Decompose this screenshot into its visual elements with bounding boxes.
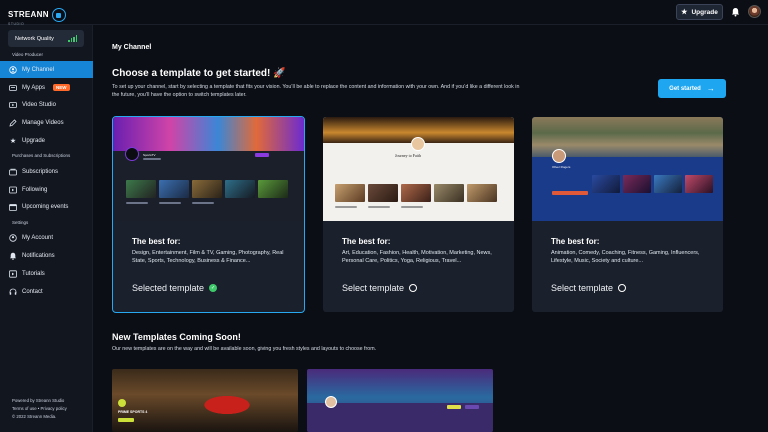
sidebar-item-upgrade[interactable]: ★ Upgrade [0,132,93,149]
brand-logo[interactable]: STREANN STUDIO [8,4,66,26]
upgrade-button[interactable]: ★ Upgrade [676,4,723,20]
thumb-channel-name: Journey to Faith [395,153,421,158]
sidebar: Network Quality Video Producer My Channe… [0,25,93,432]
page-title: Choose a template to get started! 🚀 [112,68,286,79]
template-categories: Animation, Comedy, Coaching, Fitness, Ga… [551,250,700,264]
upcoming-thumb-title: PRIME SPORTS 4 [118,410,148,414]
network-quality-indicator[interactable]: Network Quality [8,30,84,47]
select-template-button[interactable]: Select template [342,283,418,293]
check-circle-icon: ✓ [209,284,218,292]
footer-powered-by: Powered by Streann Studio [12,398,65,403]
star-icon: ★ [9,137,17,145]
main-content: My Channel Choose a template to get star… [93,25,768,432]
template-categories: Art, Education, Fashion, Health, Motivat… [342,250,492,264]
network-quality-label: Network Quality [15,35,54,42]
user-avatar[interactable] [748,5,761,18]
edit-icon [9,118,17,127]
sidebar-item-label: Notifications [22,252,55,259]
sidebar-item-contact[interactable]: Contact [0,283,93,300]
sidebar-item-label: Upgrade [22,137,46,144]
account-icon [9,233,17,242]
get-started-label: Get started [669,85,701,92]
sidebar-item-label: Contact [22,288,43,295]
bell-icon [9,252,17,260]
coming-soon-title: New Templates Coming Soon! [112,332,241,342]
star-icon: ★ [681,9,688,16]
section-video-producer: Video Producer [12,52,43,57]
page-breadcrumb: My Channel [112,44,152,51]
sidebar-item-label: Upcoming events [22,203,69,210]
sidebar-item-label: My Apps [22,84,46,91]
sidebar-item-my-account[interactable]: My Account [0,229,93,246]
headset-icon [9,288,17,296]
best-for-heading: The best for: [551,237,600,246]
logo-icon [51,8,66,22]
calendar-icon [9,203,17,211]
person-circle-icon [9,65,17,74]
page-description: To set up your channel, start by selecti… [112,84,520,98]
brand-name: STREANN [8,10,49,19]
sidebar-item-tutorials[interactable]: Tutorials [0,265,93,282]
template-preview-image: SportsTV [113,117,304,221]
radio-empty-icon [409,284,418,292]
tutorial-icon [9,269,17,278]
apps-icon [9,84,17,92]
subscriptions-icon [9,168,17,176]
select-template-button[interactable]: Select template [551,283,627,293]
select-template-label: Selected template [132,283,205,293]
sidebar-item-video-studio[interactable]: Video Studio [0,96,93,113]
thumb-channel-name: SportsTV [143,153,156,157]
coming-soon-description: Our new templates are on the way and wil… [112,346,377,352]
sidebar-item-my-apps[interactable]: My Apps NEW [0,79,93,96]
upgrade-label: Upgrade [691,8,718,16]
select-template-label: Select template [342,283,405,293]
template-categories: Design, Entertainment, Film & TV, Gaming… [132,250,284,264]
sidebar-item-my-channel[interactable]: My Channel [0,61,93,78]
template-card-1[interactable]: SportsTV The best for: Design, Entertain… [112,116,305,313]
top-bar: STREANN STUDIO ★ Upgrade [0,0,768,26]
footer-copyright: © 2022 Streann Media. [12,414,57,419]
best-for-heading: The best for: [132,237,181,246]
notification-bell-icon[interactable] [731,7,740,17]
template-preview-image: Journey to Faith [323,117,514,221]
template-preview-image: Oliver Rogers [532,117,723,221]
upcoming-template-preview-1: PRIME SPORTS 4 [112,369,298,432]
sidebar-item-label: Manage Videos [22,119,64,126]
sidebar-item-label: Tutorials [22,270,45,277]
sidebar-item-subscriptions[interactable]: Subscriptions [0,163,93,180]
sidebar-item-manage-videos[interactable]: Manage Videos [0,114,93,131]
signal-bars-icon [68,35,77,42]
template-card-2[interactable]: Journey to Faith The best for: Art, Educ… [323,117,514,312]
best-for-heading: The best for: [342,237,391,246]
section-settings: Settings [12,220,29,225]
sidebar-item-label: Subscriptions [22,168,59,175]
radio-empty-icon [618,284,627,292]
sidebar-item-label: My Channel [22,66,55,73]
sidebar-item-upcoming-events[interactable]: Upcoming events [0,198,93,215]
sidebar-item-label: Video Studio [22,101,56,108]
sidebar-item-label: Following [22,186,48,193]
select-template-label: Select template [551,283,614,293]
select-template-button[interactable]: Selected template ✓ [132,283,218,293]
sidebar-item-notifications[interactable]: Notifications [0,247,93,264]
get-started-button[interactable]: Get started → [658,79,726,98]
arrow-right-icon: → [706,84,715,93]
thumb-channel-name: Oliver Rogers [552,165,571,169]
sidebar-item-label: My Account [22,234,54,241]
new-badge: NEW [53,84,70,91]
upcoming-template-preview-2 [307,369,493,432]
section-purchases: Purchases and Subscriptions [12,153,71,158]
template-card-3[interactable]: Oliver Rogers The best for: Animation, C… [532,117,723,312]
following-icon [9,186,17,194]
video-icon [9,101,17,109]
sidebar-item-following[interactable]: Following [0,181,93,198]
footer-links[interactable]: Terms of use • Privacy policy [12,405,67,412]
